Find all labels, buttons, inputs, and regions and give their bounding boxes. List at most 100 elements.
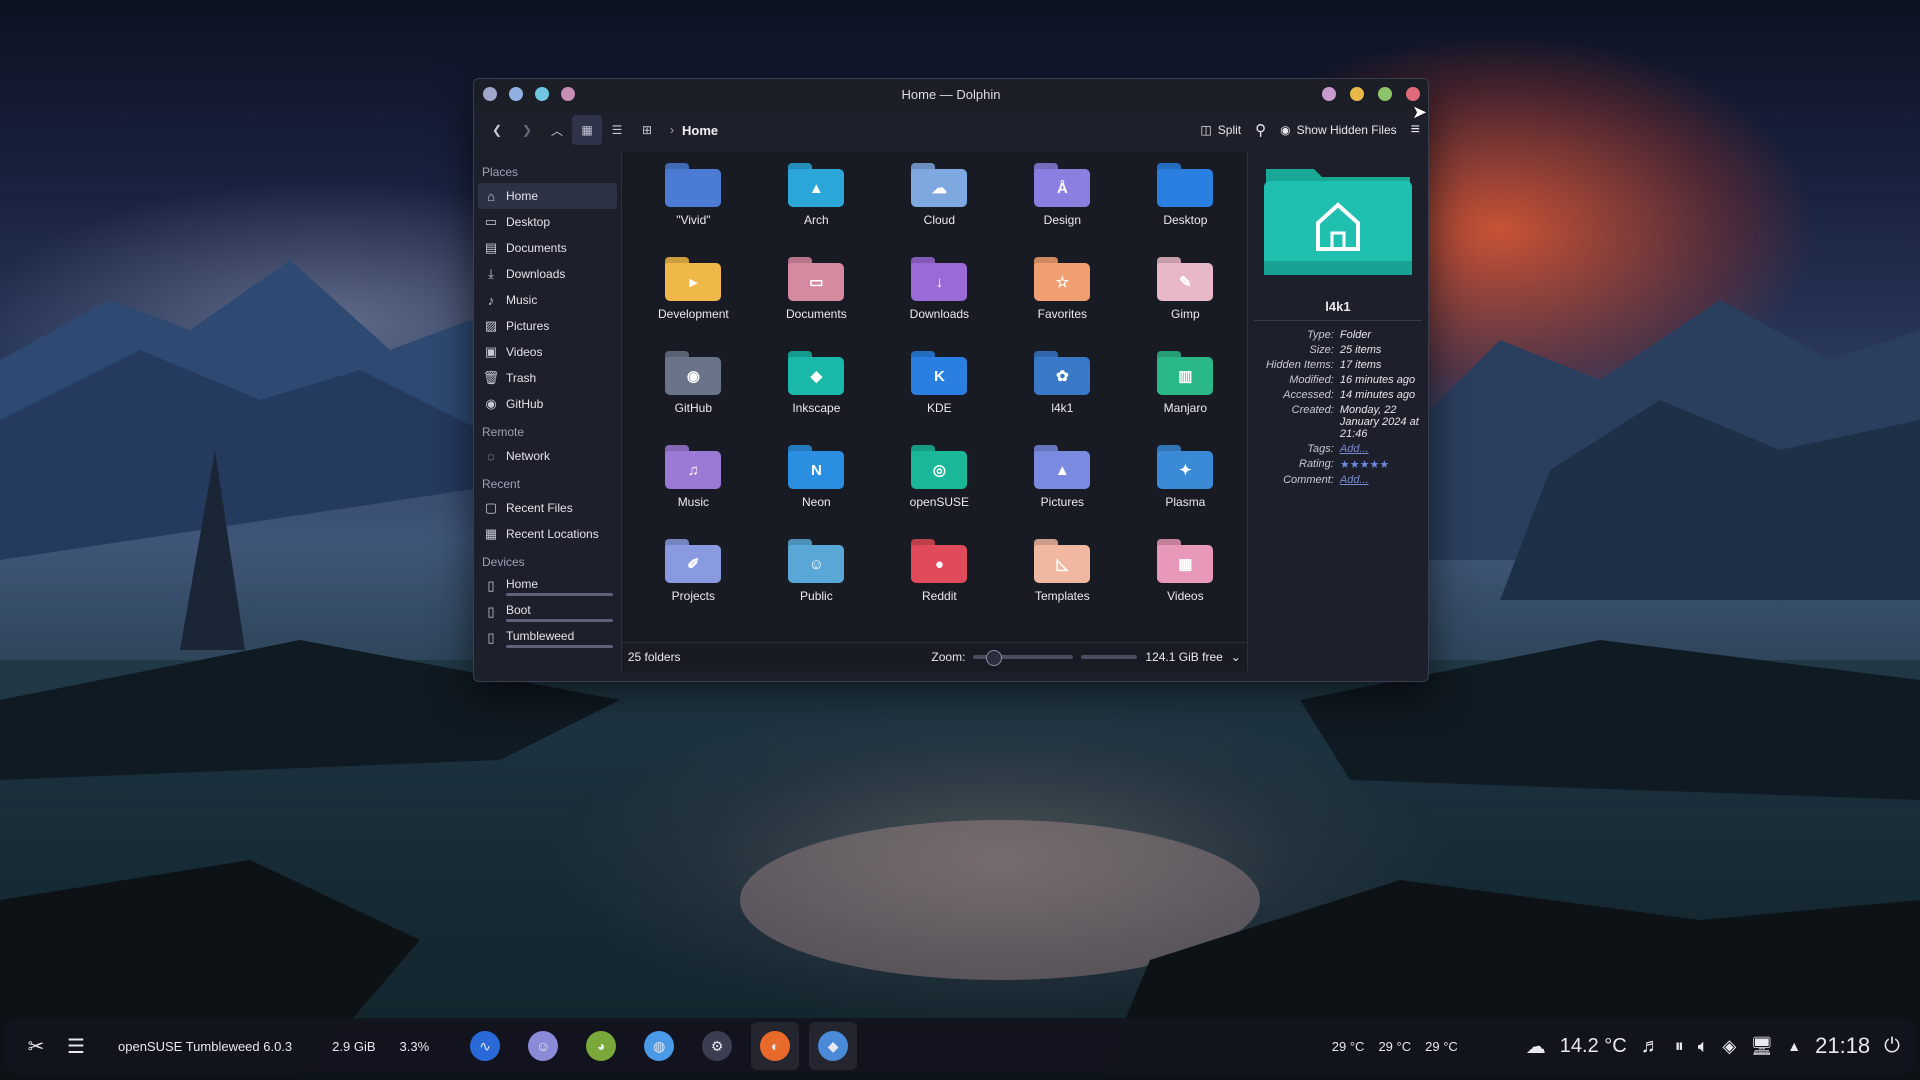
zoom-slider[interactable] [973, 650, 1074, 666]
chevron-down-icon[interactable]: ⌄ [1231, 650, 1241, 664]
shade-button[interactable] [1322, 87, 1336, 101]
clock[interactable]: 21:18 [1815, 1033, 1870, 1059]
folder-item[interactable]: ▭ Documents [755, 257, 878, 351]
search-button[interactable]: ⚲ [1255, 121, 1266, 139]
title-bar[interactable]: Home — Dolphin [474, 79, 1428, 109]
folder-name: Manjaro [1163, 401, 1208, 415]
place-item-home[interactable]: ⌂ Home [478, 183, 617, 209]
folder-item[interactable]: ✐ Projects [632, 539, 755, 633]
star-icon[interactable]: ★ [1369, 459, 1379, 471]
place-item-documents[interactable]: ▤ Documents [478, 235, 617, 261]
folder-item[interactable]: ☆ Favorites [1001, 257, 1124, 351]
folder-item[interactable]: ↓ Downloads [878, 257, 1001, 351]
remote-item-network[interactable]: ◌ Network [478, 443, 617, 469]
up-button[interactable]: ︿ [542, 115, 572, 145]
zoom-slider-handle[interactable] [986, 650, 1003, 666]
show-hidden-files-button[interactable]: ◉ Show Hidden Files [1280, 123, 1397, 137]
place-item-downloads[interactable]: ⤓ Downloads [478, 261, 617, 287]
creature-app-icon: ◕ [586, 1031, 617, 1061]
status-bar: 25 folders Zoom: 124.1 GiB free ⌄ [621, 642, 1247, 671]
maximize-button[interactable] [1378, 87, 1392, 101]
dolphin-window: Home — Dolphin ❮ ❯ ︿ ▦ ☰ ⊞ › Home ◫ Spli… [473, 78, 1429, 682]
details-view-button[interactable]: ☰ [602, 115, 632, 145]
tags-add-link[interactable]: Add... [1340, 443, 1422, 455]
star-icon[interactable]: ★ [1360, 459, 1370, 471]
recent-item-recent-files[interactable]: ▢ Recent Files [478, 495, 617, 521]
folder-name: Development [658, 307, 729, 321]
network-icon[interactable]: 🖥︎ [1750, 1036, 1773, 1057]
volume-icon[interactable]: 🔈︎ [1698, 1036, 1709, 1057]
taskbar-app-dolphin[interactable]: ◆ [809, 1022, 858, 1070]
place-item-trash[interactable]: 🗑︎ Trash [478, 365, 617, 391]
star-icon[interactable]: ★ [1350, 459, 1360, 471]
temp-2: 29 °C [1378, 1038, 1412, 1054]
folder-item[interactable]: ◎ openSUSE [878, 445, 1001, 539]
task-manager-button[interactable]: ☰ [58, 1034, 94, 1059]
place-item-desktop[interactable]: ▭ Desktop [478, 209, 617, 235]
tray-expand-icon[interactable]: ▲ [1787, 1038, 1801, 1054]
folder-item[interactable]: ▥ Manjaro [1124, 351, 1247, 445]
back-button[interactable]: ❮ [482, 115, 512, 145]
folder-item[interactable]: ☺ Public [755, 539, 878, 633]
folder-item[interactable]: ◆ Inkscape [755, 351, 878, 445]
minimize-button[interactable] [1350, 87, 1364, 101]
folder-item[interactable]: ▸ Development [632, 257, 755, 351]
device-item-tumbleweed[interactable]: ▯ Tumbleweed [478, 625, 617, 651]
shield-icon[interactable]: ◈ [1723, 1036, 1737, 1057]
place-item-pictures[interactable]: ▨ Pictures [478, 313, 617, 339]
search-icon: ⚲ [1255, 122, 1267, 139]
headphones-icon[interactable]: ♬ [1641, 1035, 1661, 1058]
folder-item[interactable]: ◉ GitHub [632, 351, 755, 445]
taskbar-app-monitor-app[interactable]: ∿ [461, 1022, 509, 1070]
folder-item[interactable]: ◺ Templates [1001, 539, 1124, 633]
taskbar-app-smiley-app[interactable]: ☺ [519, 1022, 567, 1070]
folder-item[interactable]: ✦ Plasma [1124, 445, 1247, 539]
folder-item[interactable]: Desktop [1124, 163, 1247, 257]
folder-item[interactable]: ● Reddit [878, 539, 1001, 633]
recent-item-recent-locations[interactable]: ▦ Recent Locations [478, 521, 617, 547]
close-button[interactable] [1406, 87, 1420, 101]
folder-item[interactable]: ☁ Cloud [878, 163, 1001, 257]
folder-item[interactable]: ♫ Music [632, 445, 755, 539]
taskbar-app-settings-app[interactable]: ⚙ [693, 1022, 741, 1070]
folder-item[interactable]: ▲ Arch [755, 163, 878, 257]
weather-icon[interactable]: ☁ [1526, 1034, 1546, 1059]
power-icon[interactable]: ⏻ [1884, 1035, 1900, 1058]
home-folder-preview [1262, 161, 1414, 281]
folder-item[interactable]: K KDE [878, 351, 1001, 445]
pause-icon[interactable]: ⏸ [1675, 1036, 1684, 1057]
folder-item[interactable]: ✎ Gimp [1124, 257, 1247, 351]
forward-button[interactable]: ❯ [512, 115, 542, 145]
temp-1: 29 °C [1331, 1038, 1365, 1054]
compact-view-button[interactable]: ⊞ [632, 115, 662, 145]
taskbar-app-firefox[interactable]: ◐ [751, 1022, 800, 1070]
folder-item[interactable]: ✿ l4k1 [1001, 351, 1124, 445]
breadcrumb-home[interactable]: Home [682, 123, 718, 138]
rating-stars[interactable]: ★★★★★ [1340, 458, 1422, 471]
folder-item[interactable]: "Vivid" [632, 163, 755, 257]
split-button[interactable]: ◫ Split [1200, 123, 1241, 137]
eye-icon: ◉ [1280, 123, 1291, 137]
icons-view-button[interactable]: ▦ [572, 115, 602, 145]
comment-add-link[interactable]: Add... [1340, 474, 1422, 486]
folder-name: "Vivid" [676, 213, 711, 227]
star-icon[interactable]: ★ [1379, 459, 1389, 471]
place-item-videos[interactable]: ▣ Videos [478, 339, 617, 365]
folder-item[interactable]: Å Design [1001, 163, 1124, 257]
folder-item[interactable]: ▲ Pictures [1001, 445, 1124, 539]
app-launcher-button[interactable]: ✂ [14, 1034, 58, 1059]
device-item-boot[interactable]: ▯ Boot [478, 599, 617, 625]
device-item-home[interactable]: ▯ Home [478, 573, 617, 599]
folder-item[interactable]: N Neon [755, 445, 878, 539]
capacity-bar [506, 592, 613, 596]
folder-item[interactable]: ▦ Videos [1124, 539, 1247, 633]
star-icon[interactable]: ★ [1340, 459, 1350, 471]
place-item-music[interactable]: ♪ Music [478, 287, 617, 313]
places-panel: Places ⌂ Home ▭ Desktop ▤ Documents ⤓ Downloads… [474, 151, 621, 671]
window-title: Home — Dolphin [901, 87, 1001, 102]
hamburger-menu-button[interactable]: ≡ [1411, 121, 1420, 139]
taskbar-app-globe-app[interactable]: ◍ [635, 1022, 683, 1070]
weather-temp[interactable]: 14.2 °C [1560, 1035, 1627, 1058]
place-item-github[interactable]: ◉ GitHub [478, 391, 617, 417]
taskbar-app-creature-app[interactable]: ◕ [577, 1022, 625, 1070]
